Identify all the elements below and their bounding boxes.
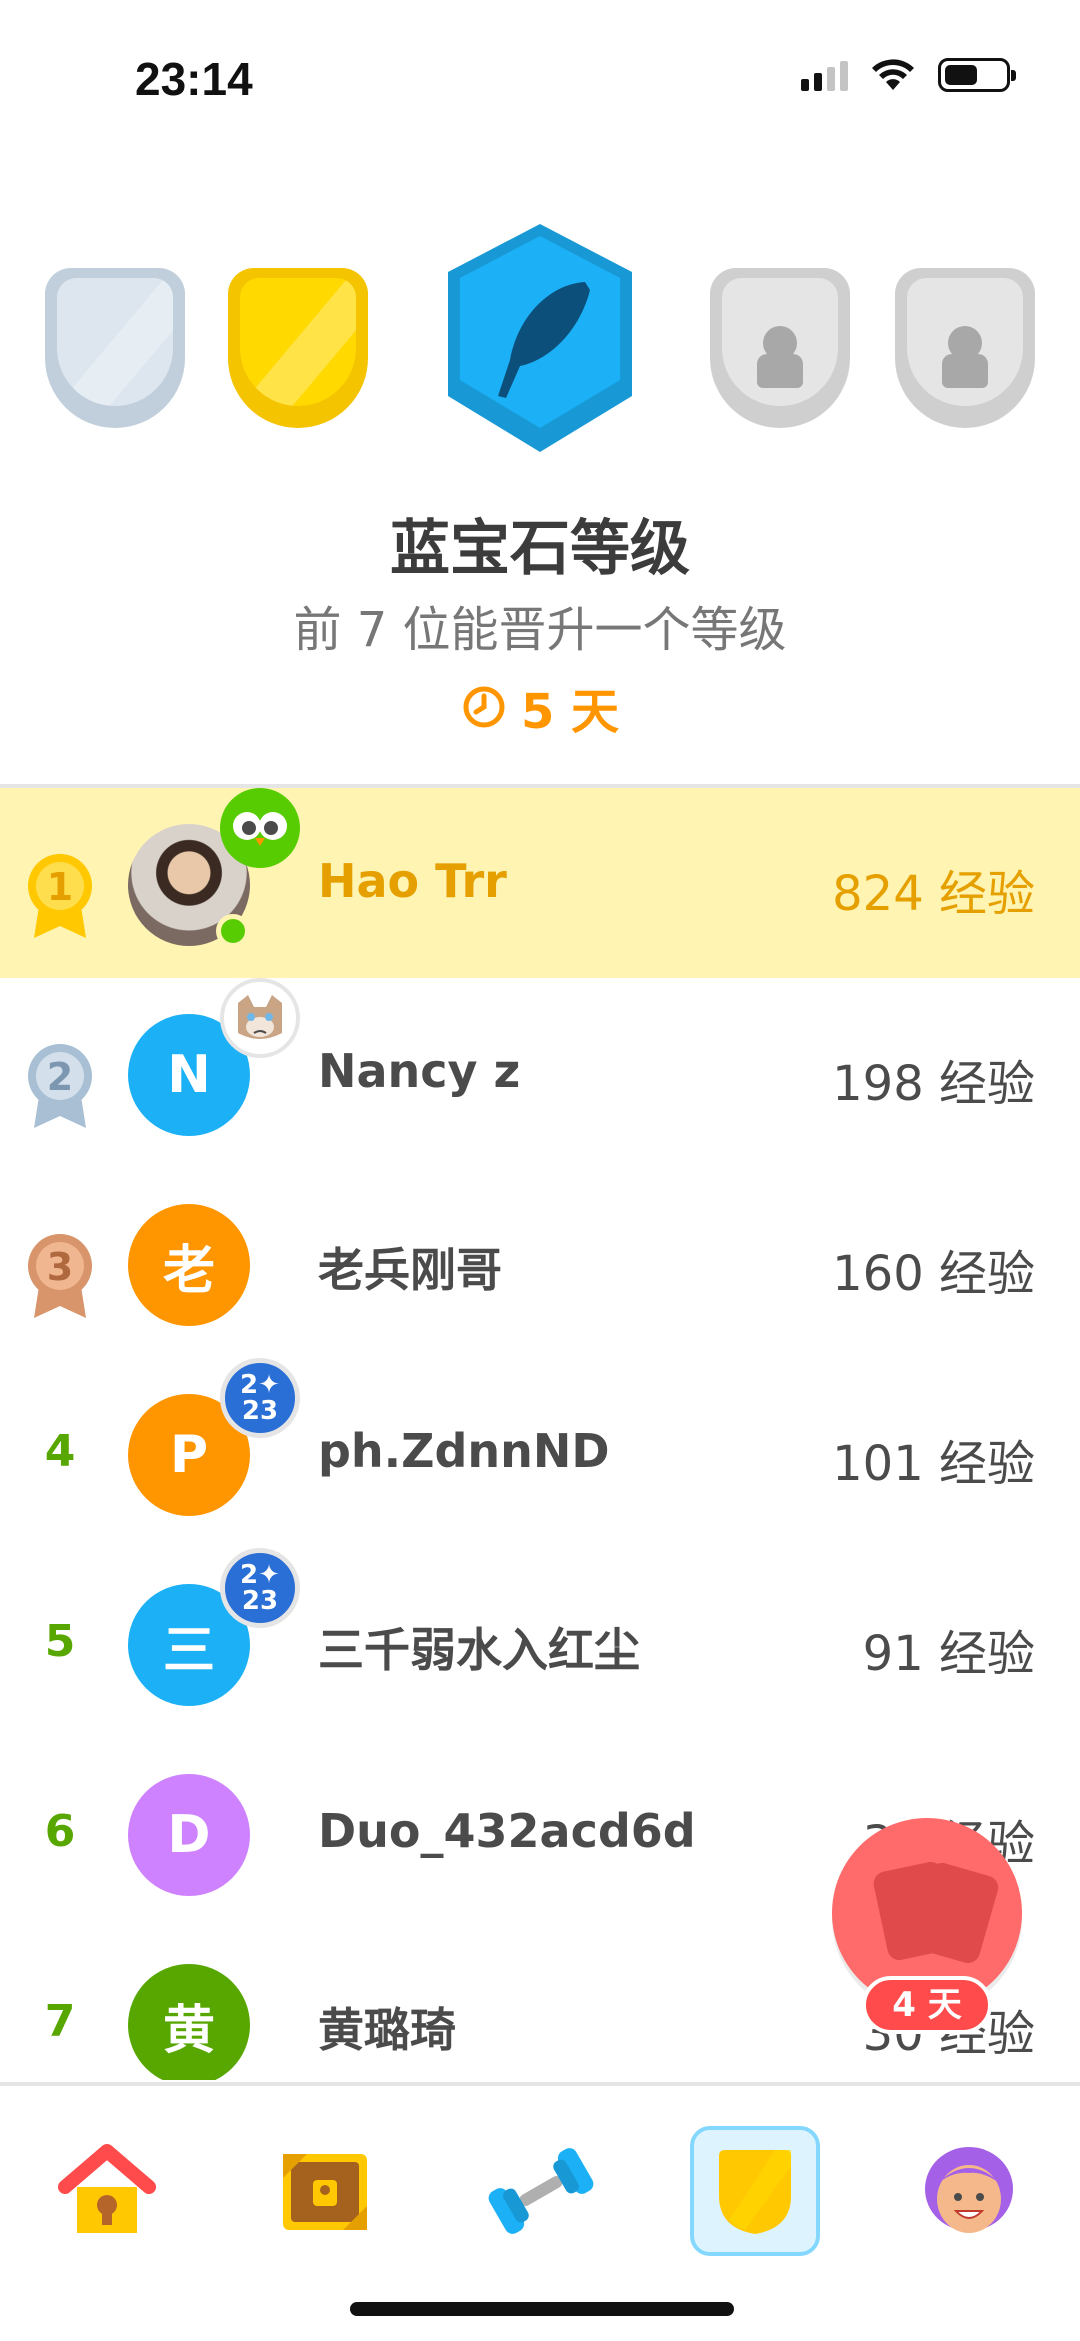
duo-owl-sticker-icon xyxy=(220,788,300,868)
nav-practice[interactable] xyxy=(476,2126,606,2256)
year-2023-sticker-icon: 2✦ 23 xyxy=(220,1358,300,1438)
gold-medal-icon: 1 xyxy=(28,854,92,938)
league-subtitle: 前 7 位能晋升一个等级 xyxy=(293,602,787,658)
leaderboard-row[interactable]: 4 P 2✦ 23 ph.ZdnnND 101 经验 xyxy=(0,1358,1080,1548)
locked-league-shield xyxy=(895,268,1035,428)
leaderboard-xp: 824 经验 xyxy=(832,866,1035,922)
wifi-icon xyxy=(872,59,914,90)
status-bar: 23:14 xyxy=(0,0,1080,160)
clock-icon xyxy=(463,686,505,728)
league-title: 蓝宝石等级 xyxy=(390,514,690,584)
avatar[interactable]: 黄 xyxy=(128,1964,250,2080)
leaderboard-name: 老兵刚哥 xyxy=(318,1243,502,1297)
svg-text:1: 1 xyxy=(47,865,73,909)
leaderboard-name: 黄璐琦 xyxy=(318,2003,456,2057)
home-indicator xyxy=(350,2302,734,2316)
online-status-indicator xyxy=(216,914,250,948)
leaderboard-row[interactable]: 3 老 老兵刚哥 160 经验 xyxy=(0,1168,1080,1358)
league-timer: 5 天 xyxy=(0,672,1080,742)
leaderboard-row[interactable]: 5 三 2✦ 23 三千弱水入红尘 91 经验 xyxy=(0,1548,1080,1738)
gold-league-shield xyxy=(228,268,368,428)
cellular-signal-icon xyxy=(801,59,848,91)
rank-number: 6 xyxy=(44,1806,76,1857)
lock-icon xyxy=(757,326,803,392)
nav-profile[interactable] xyxy=(904,2126,1034,2256)
grumpy-cat-sticker-icon xyxy=(220,978,300,1058)
dumbbell-icon xyxy=(488,2148,594,2234)
leaderboard-name: Hao Trr xyxy=(318,854,507,908)
avatar[interactable]: 老 xyxy=(128,1204,250,1326)
league-time-left: 5 天 xyxy=(520,684,620,740)
leaderboard-xp: 101 经验 xyxy=(832,1436,1035,1492)
leaderboard-row[interactable]: 2 N Nancy z 198 经验 xyxy=(0,978,1080,1168)
rank-number: 7 xyxy=(44,1996,76,2047)
bronze-medal-icon: 3 xyxy=(28,1234,92,1318)
status-time: 23:14 xyxy=(135,53,253,105)
nav-stories[interactable] xyxy=(260,2126,390,2256)
svg-text:3: 3 xyxy=(47,1245,73,1289)
avatar[interactable]: D xyxy=(128,1774,250,1896)
leaderboard-xp: 198 经验 xyxy=(832,1056,1035,1112)
leaderboard-name: Nancy z xyxy=(318,1044,521,1098)
leaderboard-name: ph.ZdnnND xyxy=(318,1424,610,1478)
battery-icon xyxy=(938,58,1016,92)
locked-league-shield xyxy=(710,268,850,428)
nav-home[interactable] xyxy=(42,2126,172,2256)
rank-number: 4 xyxy=(44,1426,76,1477)
year-2023-sticker-icon: 2✦ 23 xyxy=(220,1548,300,1628)
leaderboard-row[interactable]: 1 Hao Trr 824 经验 xyxy=(0,788,1080,978)
league-shield-icon xyxy=(719,2150,791,2234)
leaderboard-xp: 160 经验 xyxy=(832,1246,1035,1302)
treasure-chest-icon xyxy=(283,2154,367,2230)
silver-medal-icon: 2 xyxy=(28,1044,92,1128)
home-icon xyxy=(58,2144,156,2233)
lock-icon xyxy=(942,326,988,392)
leaderboard-xp: 91 经验 xyxy=(862,1626,1035,1682)
nav-leaderboards[interactable] xyxy=(690,2126,820,2256)
friends-quest-timer-badge: 4 天 xyxy=(862,1976,992,2034)
leaderboard-name: 三千弱水入红尘 xyxy=(318,1623,640,1677)
silver-league-shield xyxy=(45,268,185,428)
svg-text:2: 2 xyxy=(47,1055,73,1099)
sapphire-league-badge xyxy=(448,224,632,452)
profile-avatar-icon xyxy=(925,2147,1013,2233)
leaderboard-name: Duo_432acd6d xyxy=(318,1804,696,1858)
status-icons xyxy=(801,58,1016,92)
league-tier-row xyxy=(0,220,1080,470)
rank-number: 5 xyxy=(44,1616,76,1667)
